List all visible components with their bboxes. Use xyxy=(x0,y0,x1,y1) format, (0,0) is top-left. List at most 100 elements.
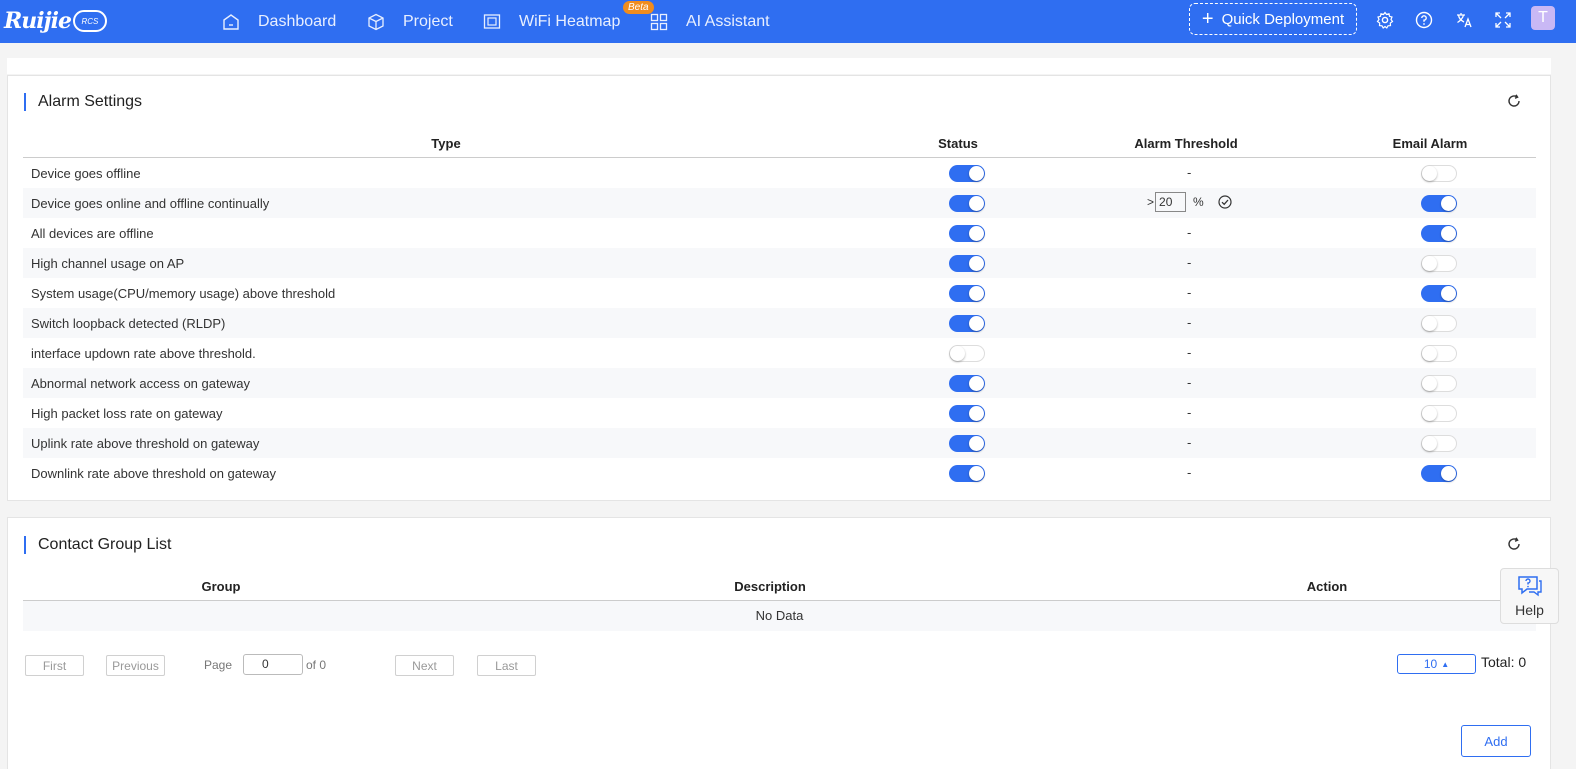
language-icon[interactable] xyxy=(1454,10,1474,30)
contact-table: Group Description Action No Data xyxy=(23,571,1536,631)
status-toggle[interactable] xyxy=(949,465,985,482)
confirm-check-icon[interactable] xyxy=(1218,195,1232,209)
help-label: Help xyxy=(1515,601,1544,618)
col-action: Action xyxy=(1306,579,1348,594)
status-toggle[interactable] xyxy=(949,225,985,242)
status-toggle[interactable] xyxy=(949,315,985,332)
alarm-type-label: High channel usage on AP xyxy=(31,256,185,271)
email-alarm-toggle[interactable] xyxy=(1421,195,1457,212)
status-toggle[interactable] xyxy=(949,435,985,452)
email-alarm-toggle[interactable] xyxy=(1421,345,1457,362)
col-group: Group xyxy=(201,579,241,594)
panel-title: Contact Group List xyxy=(24,536,171,554)
contact-table-header: Group Description Action xyxy=(23,571,1536,601)
toggle-knob xyxy=(950,346,965,361)
threshold-value: - xyxy=(1187,345,1192,360)
refresh-icon[interactable] xyxy=(1506,93,1524,111)
heatmap-icon xyxy=(483,13,501,31)
col-description: Description xyxy=(734,579,806,594)
table-row: Abnormal network access on gateway - xyxy=(23,368,1536,398)
threshold-value: - xyxy=(1187,465,1192,480)
help-widget[interactable]: Help xyxy=(1500,568,1559,624)
email-alarm-toggle[interactable] xyxy=(1421,225,1457,242)
first-page-button[interactable]: First xyxy=(25,655,84,676)
status-toggle[interactable] xyxy=(949,375,985,392)
email-alarm-toggle[interactable] xyxy=(1421,315,1457,332)
toggle-knob xyxy=(969,436,984,451)
status-toggle[interactable] xyxy=(949,405,985,422)
email-alarm-toggle[interactable] xyxy=(1421,405,1457,422)
alarm-type-label: Device goes offline xyxy=(31,166,141,181)
email-alarm-toggle[interactable] xyxy=(1421,375,1457,392)
page-number-input[interactable]: 0 xyxy=(243,654,303,675)
status-toggle[interactable] xyxy=(949,165,985,182)
previous-page-button[interactable]: Previous xyxy=(106,655,165,676)
page-size-select[interactable]: 10 ▲ xyxy=(1397,654,1476,674)
nav-project-label: Project xyxy=(403,12,453,30)
toggle-knob xyxy=(969,166,984,181)
email-alarm-toggle[interactable] xyxy=(1421,165,1457,182)
help-circle-icon[interactable] xyxy=(1414,10,1434,30)
nav-project[interactable]: Project xyxy=(367,0,453,43)
last-page-button[interactable]: Last xyxy=(477,655,536,676)
next-page-button[interactable]: Next xyxy=(395,655,454,676)
gear-icon[interactable] xyxy=(1375,10,1395,30)
toggle-knob xyxy=(969,466,984,481)
home-icon xyxy=(222,13,240,31)
alarm-type-label: interface updown rate above threshold. xyxy=(31,346,256,361)
fullscreen-icon[interactable] xyxy=(1493,10,1513,30)
table-row: interface updown rate above threshold. - xyxy=(23,338,1536,368)
quick-deployment-button[interactable]: + Quick Deployment xyxy=(1189,3,1357,35)
nav-wifi-heatmap-label: WiFi Heatmap xyxy=(519,12,621,30)
threshold-value: - xyxy=(1187,405,1192,420)
toggle-knob xyxy=(1422,406,1437,421)
grid-icon xyxy=(650,13,668,31)
toggle-knob xyxy=(1441,286,1456,301)
toggle-knob xyxy=(1422,166,1437,181)
threshold-prefix: > xyxy=(1147,195,1155,209)
alarm-type-label: Downlink rate above threshold on gateway xyxy=(31,466,276,481)
refresh-icon[interactable] xyxy=(1506,536,1524,554)
status-toggle[interactable] xyxy=(949,345,985,362)
cloud-logo-icon: RCS xyxy=(72,10,107,32)
status-toggle[interactable] xyxy=(949,255,985,272)
email-alarm-toggle[interactable] xyxy=(1421,255,1457,272)
toggle-knob xyxy=(1422,376,1437,391)
brand-logo[interactable]: Ruijie RCS xyxy=(4,4,107,38)
table-row: High packet loss rate on gateway - xyxy=(23,398,1536,428)
status-toggle[interactable] xyxy=(949,195,985,212)
nav-dashboard-label: Dashboard xyxy=(258,12,337,30)
col-type: Type xyxy=(431,136,461,151)
threshold-value: - xyxy=(1187,165,1192,180)
nav-wifi-heatmap[interactable]: WiFi Heatmap xyxy=(483,0,620,43)
contact-group-panel: Contact Group List Group Description Act… xyxy=(7,517,1551,769)
alarm-table: Type Status Alarm Threshold Email Alarm … xyxy=(23,128,1536,488)
brand-name: Ruijie xyxy=(4,8,72,34)
email-alarm-toggle[interactable] xyxy=(1421,435,1457,452)
alarm-type-label: Abnormal network access on gateway xyxy=(31,376,250,391)
table-row: Downlink rate above threshold on gateway… xyxy=(23,458,1536,488)
avatar[interactable]: T xyxy=(1531,6,1555,30)
threshold-editor: >20% xyxy=(1147,192,1232,212)
alarm-rows: Device goes offline - Device goes online a… xyxy=(23,158,1536,488)
col-alarm-threshold: Alarm Threshold xyxy=(1134,136,1238,151)
threshold-value: - xyxy=(1187,435,1192,450)
status-toggle[interactable] xyxy=(949,285,985,302)
toggle-knob xyxy=(969,226,984,241)
threshold-value: - xyxy=(1187,315,1192,330)
alarm-type-label: Switch loopback detected (RLDP) xyxy=(31,316,226,331)
nav-ai-assistant[interactable]: AI Assistant xyxy=(650,0,770,43)
help-chat-icon xyxy=(1517,575,1543,600)
quick-deployment-label: Quick Deployment xyxy=(1221,10,1345,28)
toggle-knob xyxy=(1441,466,1456,481)
toggle-knob xyxy=(969,286,984,301)
beta-badge: Beta xyxy=(623,1,654,14)
plus-icon: + xyxy=(1201,7,1214,30)
add-button[interactable]: Add xyxy=(1461,725,1531,757)
email-alarm-toggle[interactable] xyxy=(1421,465,1457,482)
page-label: Page xyxy=(204,658,233,672)
email-alarm-toggle[interactable] xyxy=(1421,285,1457,302)
threshold-input[interactable]: 20 xyxy=(1155,192,1187,212)
nav-dashboard[interactable]: Dashboard xyxy=(222,0,336,43)
toggle-knob xyxy=(969,256,984,271)
